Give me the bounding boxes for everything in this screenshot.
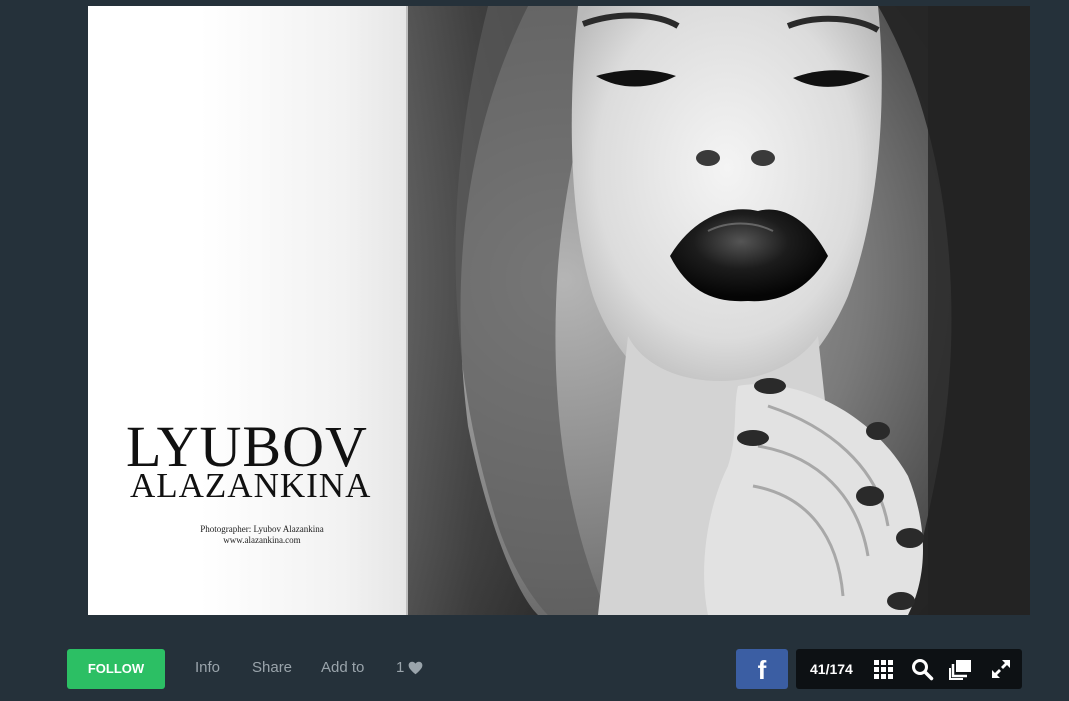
page-counter: 41/174	[810, 661, 853, 677]
search-icon[interactable]	[910, 657, 934, 681]
fullscreen-icon[interactable]	[989, 657, 1013, 681]
add-to-link[interactable]: Add to	[321, 659, 364, 676]
like-button[interactable]: 1	[396, 659, 423, 676]
facebook-share-button[interactable]: f	[736, 649, 788, 689]
pages-icon[interactable]	[949, 657, 973, 681]
info-link[interactable]: Info	[195, 659, 220, 676]
follow-button[interactable]: FOLLOW	[67, 649, 165, 689]
portrait-photo	[408, 6, 1030, 615]
viewer-toolbar: 41/174	[796, 649, 1022, 689]
heart-icon	[408, 661, 423, 674]
website-credit: www.alazankina.com	[223, 535, 301, 545]
photographer-credit: Photographer: Lyubov Alazankina	[200, 524, 324, 534]
facebook-icon: f	[757, 655, 767, 685]
likes-count: 1	[396, 659, 405, 676]
bottom-bar: FOLLOW Info Share Add to 1 f 41/174	[0, 640, 1069, 698]
share-link[interactable]: Share	[252, 659, 292, 676]
title-last-name: ALAZANKINA	[130, 466, 372, 505]
left-page: LYUBOV ALAZANKINA Photographer: Lyubov A…	[88, 6, 407, 615]
magazine-viewer: LYUBOV ALAZANKINA Photographer: Lyubov A…	[0, 0, 1069, 701]
grid-icon[interactable]	[871, 657, 895, 681]
magazine-spread[interactable]: LYUBOV ALAZANKINA Photographer: Lyubov A…	[88, 6, 1030, 615]
portrait-photo-image	[408, 6, 1030, 615]
